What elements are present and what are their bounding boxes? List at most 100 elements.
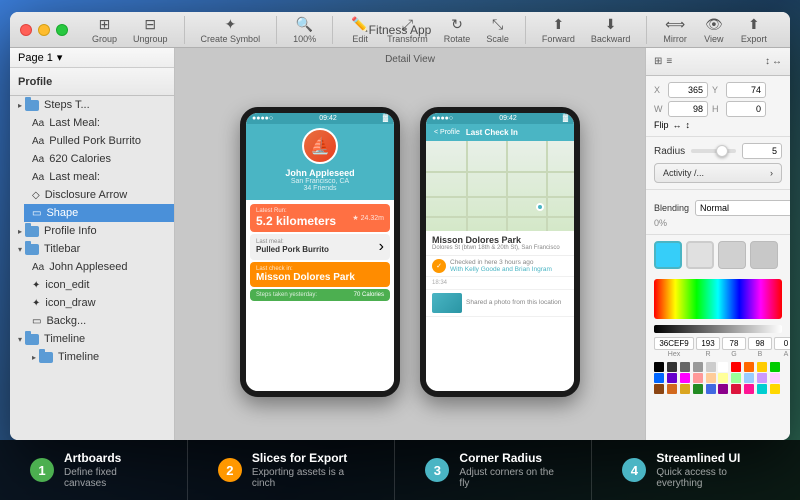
color-box-3[interactable] [718,241,746,269]
close-button[interactable] [20,24,32,36]
layer-label: Disclosure Arrow [45,189,128,201]
feature-slices: 2 Slices for Export Exporting assets is … [188,440,396,500]
maximize-button[interactable] [56,24,68,36]
folder-icon3 [25,244,39,255]
layer-item-lastmeal-label[interactable]: Aa Last Meal: [24,114,174,132]
flip-h[interactable]: ↔ [673,120,682,130]
canvas-area: Detail View ●●●●○ 09:42 ▓ ⛵ John Applese… [175,48,645,440]
hex-input[interactable] [654,337,694,350]
checkin-time: 18:34 [426,277,574,290]
toolbar-forward[interactable]: ⬆ Forward [538,13,579,46]
color-swatch[interactable] [718,373,728,383]
toolbar-ungroup[interactable]: ⊟ Ungroup [129,13,172,46]
layer-item-icon-edit[interactable]: ✦ icon_edit [24,276,174,294]
color-swatch[interactable] [680,362,690,372]
b-input[interactable] [748,337,772,350]
a-input[interactable] [774,337,790,350]
y-input[interactable] [726,82,766,98]
toolbar-group[interactable]: ⊞ Group [88,13,121,46]
r-input[interactable] [696,337,720,350]
color-swatch[interactable] [744,373,754,383]
color-swatch[interactable] [654,373,664,383]
g-input-group: G [722,337,746,358]
flip-v[interactable]: ↕ [686,120,691,130]
layer-item-shape[interactable]: ▭ Shape [24,204,174,222]
color-swatch[interactable] [757,384,767,394]
minimize-button[interactable] [38,24,50,36]
battery-2: ▓ [563,115,568,122]
features-bar: 1 Artboards Define fixed canvases 2 Slic… [0,440,800,500]
layer-item-background[interactable]: ▭ Backg... [24,312,174,330]
color-swatch[interactable] [731,373,741,383]
color-swatch[interactable] [731,384,741,394]
color-swatch[interactable] [680,373,690,383]
toolbar-scale[interactable]: ⤡ Scale [482,13,513,46]
color-swatch[interactable] [770,373,780,383]
toolbar-zoom[interactable]: 🔍 100% [289,13,320,46]
layer-item-john[interactable]: Aa John Appleseed [24,258,174,276]
color-swatch[interactable] [731,362,741,372]
color-swatch[interactable] [744,384,754,394]
color-swatch[interactable] [654,362,664,372]
color-swatch[interactable] [693,373,703,383]
activity-button[interactable]: Activity /... › [654,163,782,183]
color-swatch[interactable] [667,362,677,372]
color-swatch[interactable] [706,384,716,394]
radius-section: Radius Activity /... › [646,137,790,190]
page-selector[interactable]: Page 1 ▾ [10,48,174,68]
color-value-bar[interactable] [654,325,782,333]
layer-item-steps[interactable]: ▸ Steps T... [10,96,174,114]
color-swatch[interactable] [718,384,728,394]
color-swatch[interactable] [757,373,767,383]
layer-item-disclosure[interactable]: ◇ Disclosure Arrow [24,186,174,204]
right-panel: ⊞ ≡ ↕ ↔ X Y W H [645,48,790,440]
toolbar-create-symbol[interactable]: ✦ Create Symbol [197,13,265,46]
profile-avatar: ⛵ [302,128,338,164]
layer-item-lastmeal[interactable]: Aa Last meal: [24,168,174,186]
fill-color-box[interactable] [654,241,682,269]
color-swatch[interactable] [706,373,716,383]
h-input[interactable] [726,101,766,117]
toolbar-backward[interactable]: ⬇ Backward [587,13,635,46]
layer-item-icon-draw[interactable]: ✦ icon_draw [24,294,174,312]
w-input[interactable] [668,101,708,117]
color-swatch[interactable] [770,362,780,372]
layer-item-titlebar[interactable]: ▾ Titlebar [10,240,174,258]
radius-input[interactable] [742,143,782,159]
color-swatch[interactable] [718,362,728,372]
toolbar-rotate[interactable]: ↻ Rotate [440,13,475,46]
toolbar-export[interactable]: ⬆ Export [737,13,771,46]
layer-label: Last Meal: [49,117,100,129]
color-swatch[interactable] [654,384,664,394]
layer-label: Last meal: [49,171,100,183]
layer-item-calories[interactable]: Aa 620 Calories [24,150,174,168]
color-swatch[interactable] [667,373,677,383]
toolbar-view[interactable]: 👁 View [699,13,729,46]
layer-item-timeline-inner[interactable]: ▸ Timeline [24,348,174,366]
traffic-lights [20,24,68,36]
layer-item-timeline[interactable]: ▾ Timeline [10,330,174,348]
text-icon3: Aa [32,154,44,165]
color-swatch[interactable] [744,362,754,372]
color-swatch[interactable] [693,384,703,394]
stroke-color-box[interactable] [686,241,714,269]
hex-label: Hex [668,351,680,358]
color-swatch[interactable] [680,384,690,394]
g-input[interactable] [722,337,746,350]
color-swatch[interactable] [667,384,677,394]
x-input[interactable] [668,82,708,98]
layer-item-burrito[interactable]: Aa Pulled Pork Burrito [24,132,174,150]
back-button[interactable]: < Profile [434,129,460,136]
checkin-with: With Kelly Goode and Brian Ingram [450,266,552,273]
toolbar-mirror[interactable]: ⟺ Mirror [659,13,691,46]
layer-item-profile-info[interactable]: ▸ Profile Info [10,222,174,240]
blending-select[interactable] [695,200,790,216]
radius-slider[interactable] [691,149,736,153]
color-swatch[interactable] [693,362,703,372]
color-box-4[interactable] [750,241,778,269]
park-card: Last check in: Misson Dolores Park [250,262,390,287]
color-swatch[interactable] [770,384,780,394]
color-swatch[interactable] [706,362,716,372]
color-swatch[interactable] [757,362,767,372]
color-hue-bar[interactable] [654,279,782,319]
